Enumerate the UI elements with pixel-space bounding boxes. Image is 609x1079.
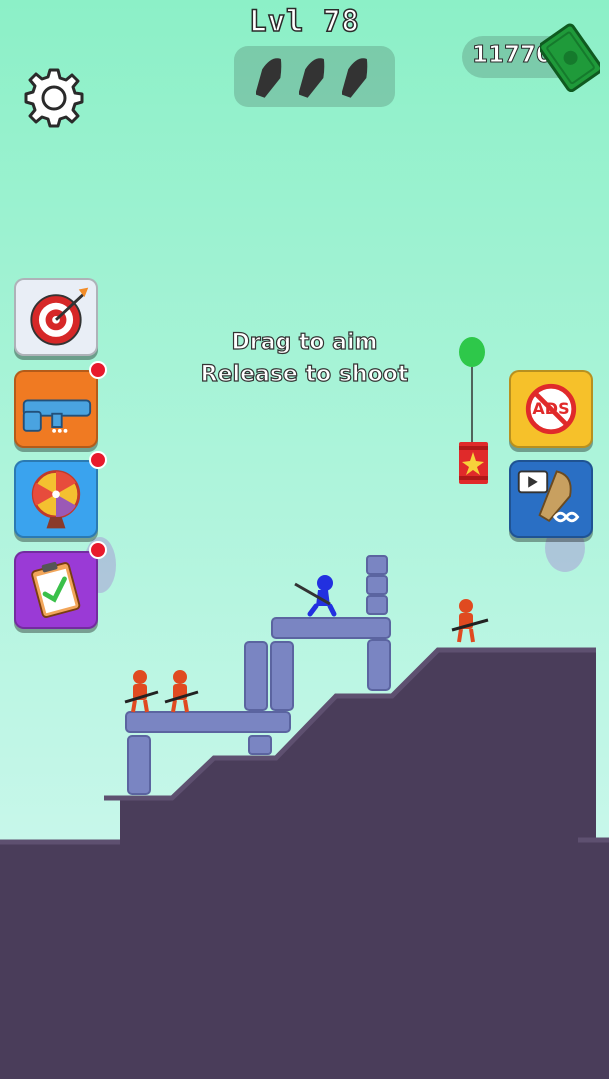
bullet-icon: [256, 58, 282, 98]
notification-dot: [89, 541, 107, 559]
game-scene[interactable]: [0, 0, 609, 1079]
level-label: Lvl 78: [248, 3, 360, 39]
hint-line-1: Drag to aim: [231, 329, 378, 355]
clipboard-icon: [31, 561, 81, 618]
wheel-icon: [31, 470, 81, 529]
ammo-counter: [234, 46, 395, 107]
settings-gear-icon[interactable]: [22, 66, 86, 130]
prize-wheel-button[interactable]: [14, 460, 98, 538]
hint-line-2: Release to shoot: [200, 361, 409, 387]
bullet-icon: [342, 58, 368, 98]
infinite-bullet-icon: [517, 470, 580, 523]
bullet-icon: [299, 58, 325, 98]
notification-dot: [89, 451, 107, 469]
cash-icon[interactable]: [540, 22, 600, 92]
no-ads-label: ADS: [532, 399, 570, 418]
infinite-ammo-button[interactable]: [509, 460, 593, 538]
tasks-button[interactable]: [14, 551, 98, 629]
